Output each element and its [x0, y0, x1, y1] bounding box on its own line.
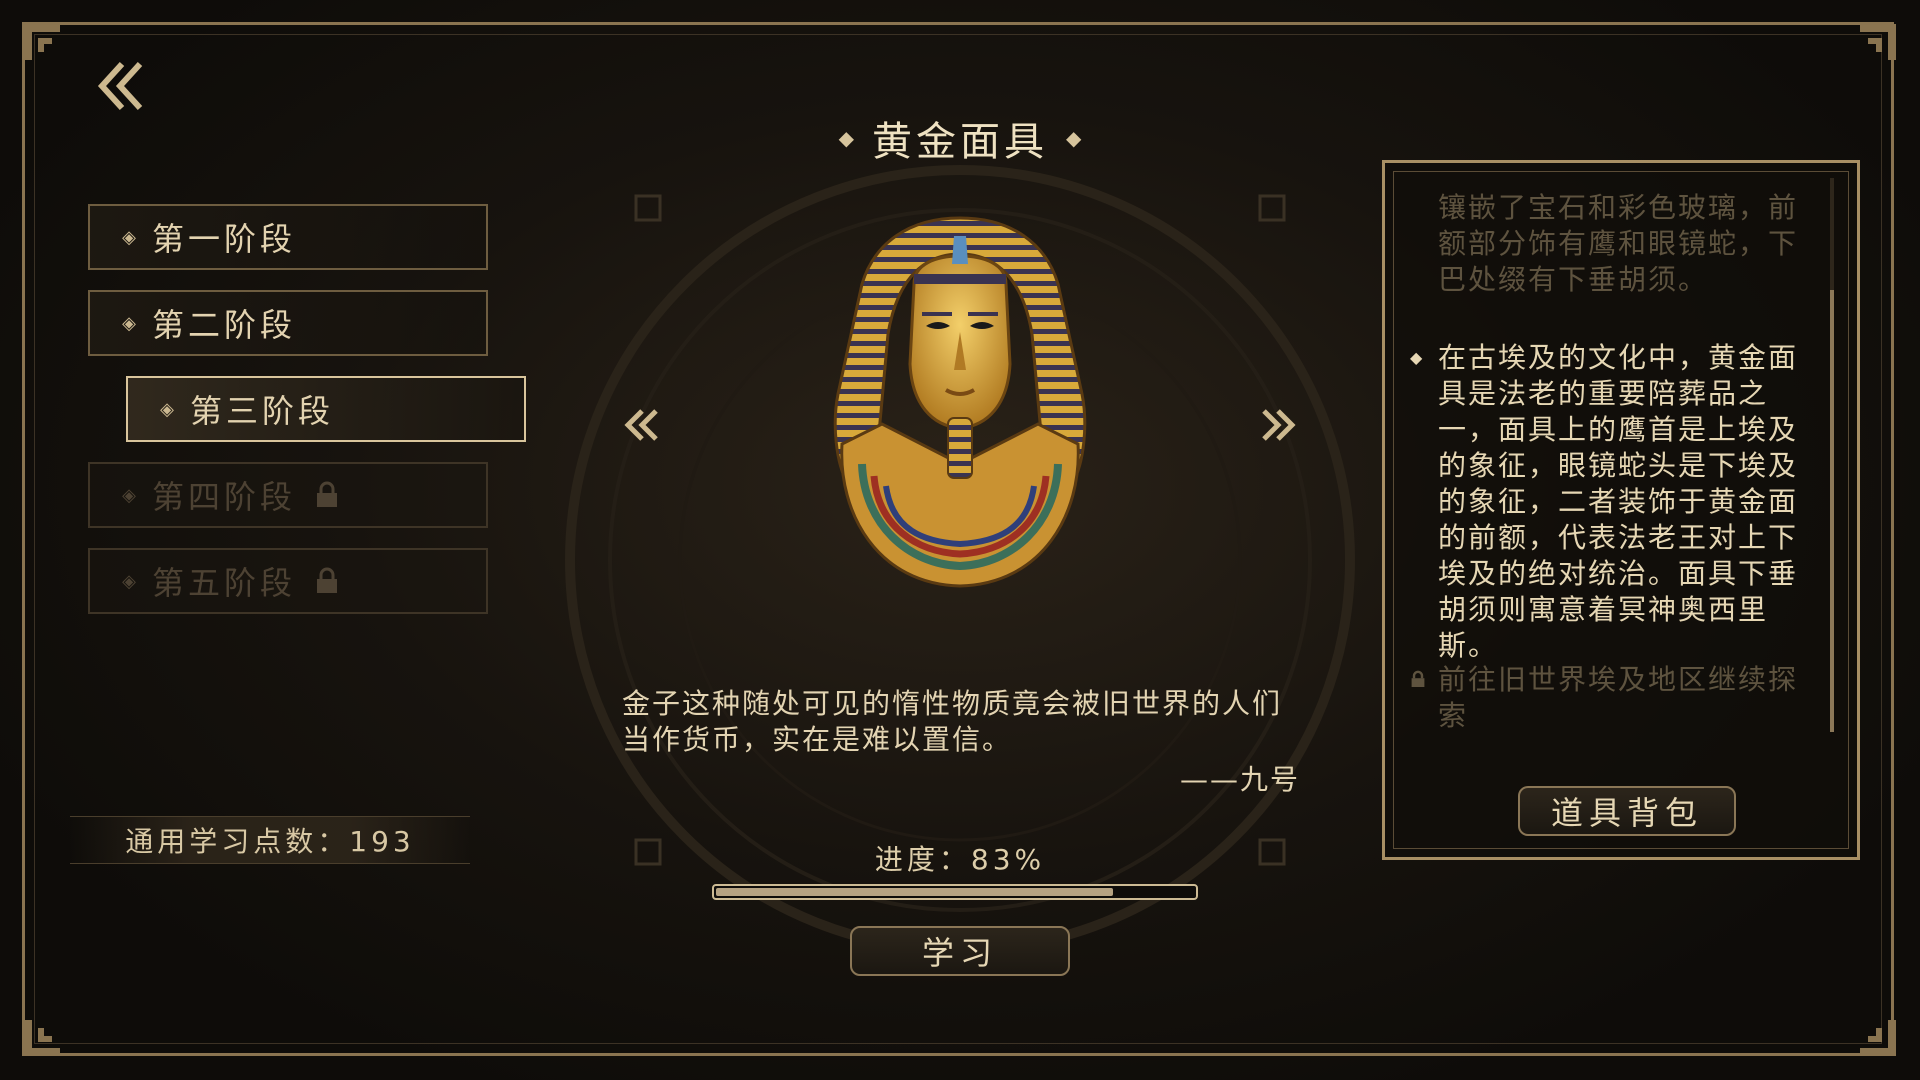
lock-icon: [1411, 670, 1425, 687]
prev-item-button[interactable]: [622, 405, 662, 445]
description-scrollbar[interactable]: [1830, 178, 1834, 732]
progress-label: 进度：83%: [874, 843, 1046, 876]
golden-mask-image: [818, 214, 1102, 592]
description-text: 镶嵌了宝石和彩色玻璃，前额部分饰有鹰和眼镜蛇，下巴处缀有下垂胡须。: [1438, 191, 1799, 296]
description-paragraph-main: ◆ 在古埃及的文化中，黄金面具是法老的重要陪葬品之一，面具上的鹰首是上埃及的象征…: [1410, 340, 1810, 664]
diamond-icon: ◈: [122, 226, 136, 248]
back-button[interactable]: [94, 58, 150, 114]
progress-bar: [712, 884, 1198, 900]
item-bag-button[interactable]: 道具背包: [1518, 786, 1736, 836]
double-chevron-left-icon: [624, 409, 658, 441]
learning-points-label: 通用学习点数：193: [125, 825, 415, 858]
description-scrollbar-thumb[interactable]: [1830, 290, 1834, 732]
diamond-icon: ◈: [160, 398, 174, 420]
stage-label: 第五阶段: [152, 564, 297, 602]
corner-ornament-icon: [20, 20, 64, 64]
corner-ornament-icon: [1856, 1016, 1900, 1060]
description-paragraph-top: 镶嵌了宝石和彩色玻璃，前额部分饰有鹰和眼镜蛇，下巴处缀有下垂胡须。: [1410, 190, 1810, 298]
learning-points: 通用学习点数：193: [70, 816, 470, 864]
double-chevron-left-icon: [97, 61, 143, 111]
progress-fill: [716, 888, 1113, 896]
game-screen: ◈ 第一阶段 ◈ 第二阶段 ◈ 第三阶段 ◈ 第四阶段 ◈ 第五阶段 通用学习点…: [0, 0, 1920, 1080]
learn-button[interactable]: 学习: [850, 926, 1070, 976]
description-text: 在古埃及的文化中，黄金面具是法老的重要陪葬品之一，面具上的鹰首是上埃及的象征，眼…: [1438, 341, 1799, 662]
description-text: 前往旧世界埃及地区继续探索: [1438, 663, 1799, 732]
lock-icon: [317, 481, 338, 507]
item-title-row: ◆ 黄金面具 ◆: [820, 112, 1100, 165]
diamond-icon: ◈: [122, 312, 136, 334]
diamond-icon: ◆: [1410, 348, 1425, 367]
quote-author: ——九号: [1179, 763, 1300, 796]
stage-item-5[interactable]: ◈ 第五阶段: [88, 548, 488, 614]
stage-label: 第二阶段: [152, 306, 297, 344]
stage-item-1[interactable]: ◈ 第一阶段: [88, 204, 488, 270]
item-quote: 金子这种随处可见的惰性物质竟会被旧世界的人们当作货币，实在是难以置信。: [622, 687, 1283, 756]
stage-item-4[interactable]: ◈ 第四阶段: [88, 462, 488, 528]
diamond-icon: ◈: [122, 484, 136, 506]
item-title: 黄金面具: [872, 119, 1048, 165]
lock-icon: [317, 567, 338, 593]
stage-item-3[interactable]: ◈ 第三阶段: [126, 376, 526, 442]
corner-ornament-icon: [20, 1016, 64, 1060]
description-paragraph-locked: 前往旧世界埃及地区继续探索: [1410, 662, 1810, 734]
next-item-button[interactable]: [1258, 405, 1298, 445]
double-chevron-right-icon: [1262, 409, 1296, 441]
stage-item-2[interactable]: ◈ 第二阶段: [88, 290, 488, 356]
stage-label: 第三阶段: [190, 392, 335, 430]
diamond-icon: ◆: [1066, 126, 1082, 150]
corner-ornament-icon: [1856, 20, 1900, 64]
stage-label: 第四阶段: [152, 478, 297, 516]
diamond-icon: ◈: [122, 570, 136, 592]
stage-label: 第一阶段: [152, 220, 297, 258]
diamond-icon: ◆: [838, 126, 854, 150]
